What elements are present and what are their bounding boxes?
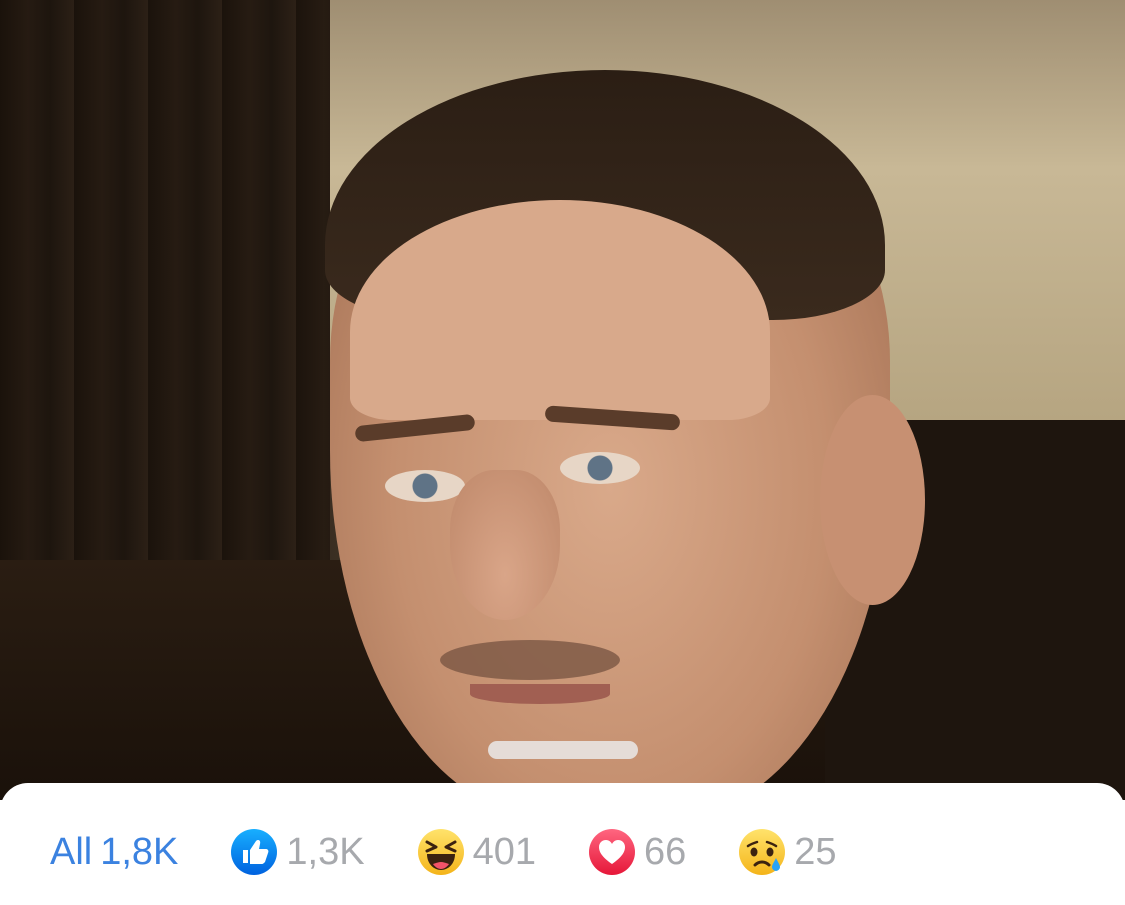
- like-icon: [230, 828, 278, 876]
- haha-count: 401: [472, 830, 536, 873]
- tab-haha-reactions[interactable]: 401: [417, 826, 536, 878]
- tab-sad-reactions[interactable]: 25: [738, 826, 837, 878]
- tab-all-count: 1,8K: [100, 830, 179, 873]
- love-count: 66: [643, 830, 687, 873]
- haha-icon: [417, 828, 465, 876]
- photo-right-eye: [560, 452, 640, 484]
- tab-all-reactions[interactable]: All 1,8K: [50, 826, 178, 878]
- photo-left-eye: [385, 470, 465, 502]
- sad-icon: [738, 828, 786, 876]
- love-icon: [588, 828, 636, 876]
- photo-mustache: [440, 640, 620, 680]
- reactions-bar: All 1,8K 1,3K 401 66 25: [50, 826, 837, 878]
- sad-count: 25: [794, 830, 837, 873]
- reactions-screen: All 1,8K 1,3K 401 66 25: [0, 0, 1125, 905]
- photo-ear: [820, 395, 925, 605]
- tab-love-reactions[interactable]: 66: [588, 826, 686, 878]
- tab-like-reactions[interactable]: 1,3K: [230, 826, 365, 878]
- like-count: 1,3K: [286, 830, 365, 873]
- photo-nose: [450, 470, 560, 620]
- tab-all-label: All: [50, 830, 93, 873]
- sheet-drag-handle[interactable]: [488, 741, 638, 759]
- post-photo: [0, 0, 1125, 800]
- photo-mouth: [470, 684, 610, 704]
